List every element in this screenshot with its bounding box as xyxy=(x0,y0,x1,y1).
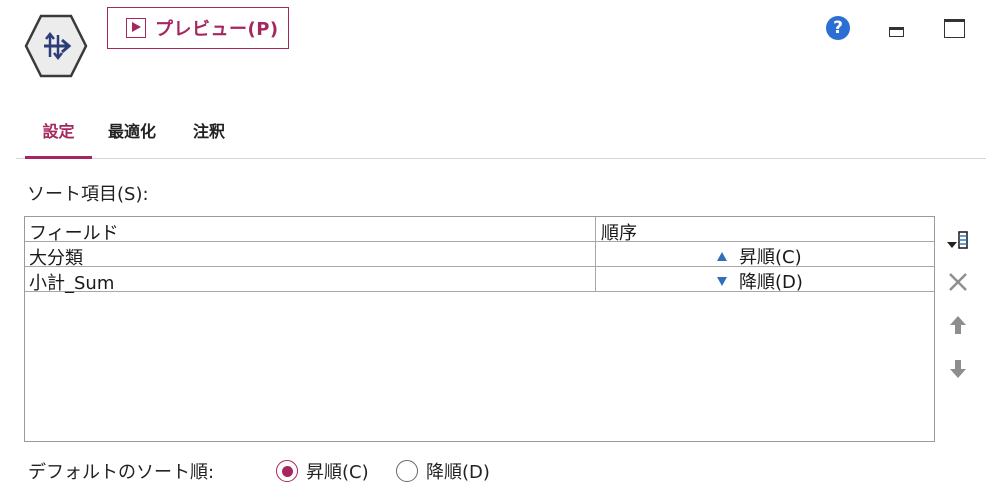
radio-selected-icon xyxy=(276,460,298,482)
table-row[interactable]: 小計_Sum 降順(D) xyxy=(25,267,934,294)
descending-icon xyxy=(717,276,727,286)
tab-settings[interactable]: 設定 xyxy=(25,118,92,159)
order-label: 降順(D) xyxy=(739,272,803,293)
order-label: 昇順(C) xyxy=(739,247,802,268)
help-icon[interactable]: ? xyxy=(826,16,850,40)
field-name: 小計_Sum xyxy=(29,273,115,294)
sort-node-icon xyxy=(24,13,88,79)
order-toggle[interactable]: 降順(D) xyxy=(717,268,803,294)
tab-bar: 設定 最適化 注釈 xyxy=(16,108,986,159)
ascending-radio[interactable]: 昇順(C) xyxy=(276,458,369,484)
table-header: フィールド 順序 xyxy=(25,217,934,244)
preview-button[interactable]: プレビュー(P) xyxy=(107,7,289,49)
table-row[interactable]: 大分類 昇順(C) xyxy=(25,242,934,269)
play-icon xyxy=(126,18,146,38)
ascending-radio-label: 昇順(C) xyxy=(306,462,369,483)
radio-unselected-icon xyxy=(396,460,418,482)
preview-button-label: プレビュー(P) xyxy=(155,19,279,40)
maximize-icon[interactable] xyxy=(944,19,965,38)
minimize-icon[interactable] xyxy=(889,27,904,37)
column-divider xyxy=(595,217,596,292)
descending-radio[interactable]: 降順(D) xyxy=(396,458,490,484)
move-up-icon[interactable] xyxy=(946,313,970,337)
tab-annotation[interactable]: 注釈 xyxy=(193,118,225,158)
order-toggle[interactable]: 昇順(C) xyxy=(717,243,802,269)
sort-fields-label: ソート項目(S): xyxy=(27,184,149,205)
delete-icon[interactable] xyxy=(946,270,970,294)
default-sort-order-label: デフォルトのソート順: xyxy=(28,462,215,483)
ascending-icon xyxy=(717,251,727,261)
sort-fields-table: フィールド 順序 大分類 昇順(C) 小計_Sum 降順(D) xyxy=(24,216,935,442)
add-field-icon[interactable] xyxy=(946,228,970,252)
descending-radio-label: 降順(D) xyxy=(426,462,490,483)
tab-optimization[interactable]: 最適化 xyxy=(108,118,156,158)
move-down-icon[interactable] xyxy=(946,357,970,381)
